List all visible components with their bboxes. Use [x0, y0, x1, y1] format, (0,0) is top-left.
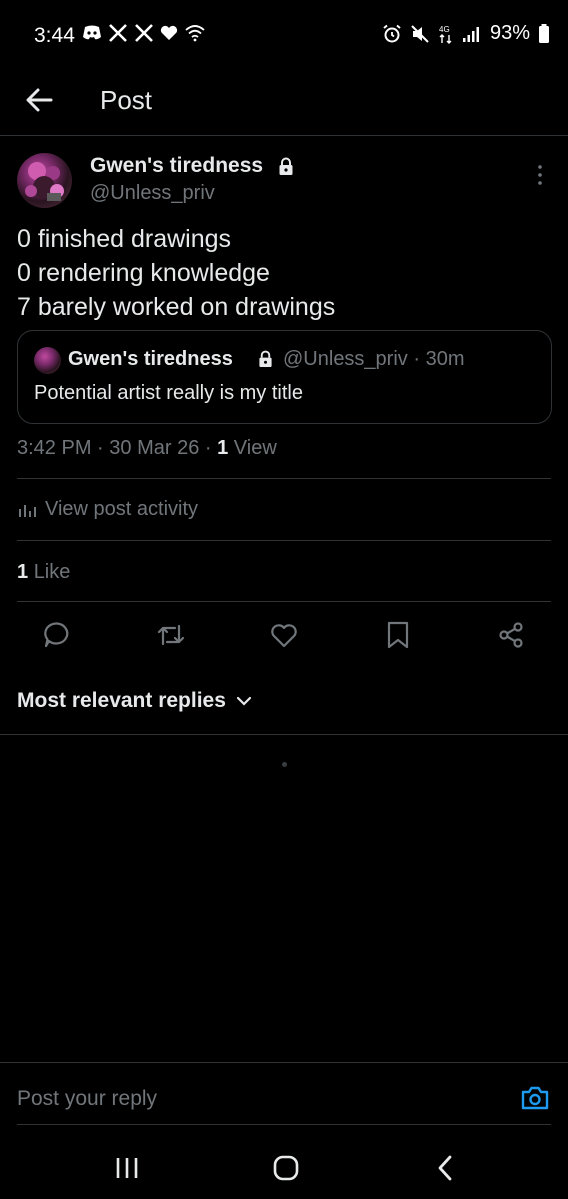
- quoted-author-meta: @Unless_priv · 30m: [283, 348, 464, 371]
- post-line: 7 barely worked on drawings: [17, 293, 336, 321]
- reply-icon[interactable]: [42, 620, 72, 650]
- replies-sort-dropdown[interactable]: Most relevant replies: [17, 689, 252, 713]
- quoted-text: Potential artist really is my title: [34, 382, 303, 404]
- like-icon[interactable]: [269, 620, 299, 650]
- divider: [17, 478, 551, 479]
- x-icon: [135, 24, 153, 42]
- x-icon: [109, 24, 127, 42]
- post-screen: 3:44 4G 93% Post Gwen's tiredness @Unles…: [0, 0, 568, 1199]
- post-body: 0 finished drawings 0 rendering knowledg…: [17, 222, 335, 324]
- lock-icon: [259, 350, 272, 367]
- divider: [0, 734, 568, 735]
- data-icon: 4G: [439, 25, 452, 44]
- post-meta: 3:42 PM · 30 Mar 26 · 1 View: [17, 437, 277, 460]
- divider: [17, 601, 551, 602]
- likes-summary[interactable]: 1 Like: [17, 561, 70, 584]
- divider: [17, 1124, 551, 1125]
- divider: [17, 540, 551, 541]
- loading-indicator: [282, 762, 287, 767]
- replies-sort-label: Most relevant replies: [17, 689, 226, 712]
- post-line: 0 finished drawings: [17, 225, 232, 253]
- post-date: · 30 Mar 26 ·: [97, 437, 212, 459]
- camera-icon[interactable]: [519, 1082, 551, 1114]
- post-time: 3:42 PM: [17, 437, 92, 459]
- post-line: 0 rendering knowledge: [17, 259, 270, 287]
- like-count: 1: [17, 561, 29, 583]
- signal-icon: [462, 26, 479, 42]
- view-post-activity[interactable]: View post activity: [17, 498, 198, 521]
- reply-input[interactable]: Post your reply: [17, 1087, 157, 1111]
- mute-icon: [411, 24, 429, 43]
- chevron-down-icon: [236, 696, 252, 706]
- author-handle[interactable]: @Unless_priv: [90, 182, 215, 205]
- analytics-icon: [19, 504, 36, 517]
- status-bar: 3:44 4G 93%: [0, 0, 568, 72]
- avatar-image: [25, 162, 64, 201]
- wifi-icon: [185, 25, 205, 42]
- like-label: Like: [33, 561, 71, 583]
- more-options-icon[interactable]: [530, 162, 550, 188]
- notification-icons: [82, 24, 206, 42]
- top-bar: Post: [0, 72, 568, 136]
- view-label: View: [233, 437, 277, 459]
- activity-label: View post activity: [45, 498, 199, 520]
- alarm-icon: [383, 24, 401, 42]
- svg-text:4G: 4G: [439, 25, 450, 34]
- bookmark-icon[interactable]: [383, 620, 413, 650]
- recent-apps-icon[interactable]: [109, 1150, 145, 1186]
- author-avatar[interactable]: [17, 153, 72, 208]
- heart-icon: [160, 25, 178, 40]
- battery-icon: [539, 23, 549, 43]
- lock-icon: [279, 157, 293, 175]
- view-count: 1: [217, 437, 229, 459]
- quoted-author-avatar: [34, 347, 61, 374]
- share-icon[interactable]: [496, 620, 526, 650]
- page-title: Post: [100, 85, 153, 115]
- back-icon[interactable]: [428, 1150, 464, 1186]
- back-arrow-icon[interactable]: [24, 85, 54, 115]
- quoted-author-handle: @Unless_priv: [283, 348, 408, 370]
- divider: [0, 1062, 568, 1063]
- quoted-post[interactable]: Gwen's tiredness @Unless_priv · 30m Pote…: [17, 330, 552, 424]
- repost-icon[interactable]: [156, 620, 186, 650]
- system-icons: 4G 93%: [382, 22, 550, 45]
- battery-percent: 93%: [489, 22, 530, 44]
- home-icon[interactable]: [268, 1150, 304, 1186]
- status-time: 3:44: [34, 24, 75, 47]
- author-name[interactable]: Gwen's tiredness: [90, 154, 263, 178]
- quoted-author-name: Gwen's tiredness: [68, 348, 233, 370]
- discord-icon: [83, 25, 101, 40]
- quoted-time-ago: · 30m: [413, 348, 465, 370]
